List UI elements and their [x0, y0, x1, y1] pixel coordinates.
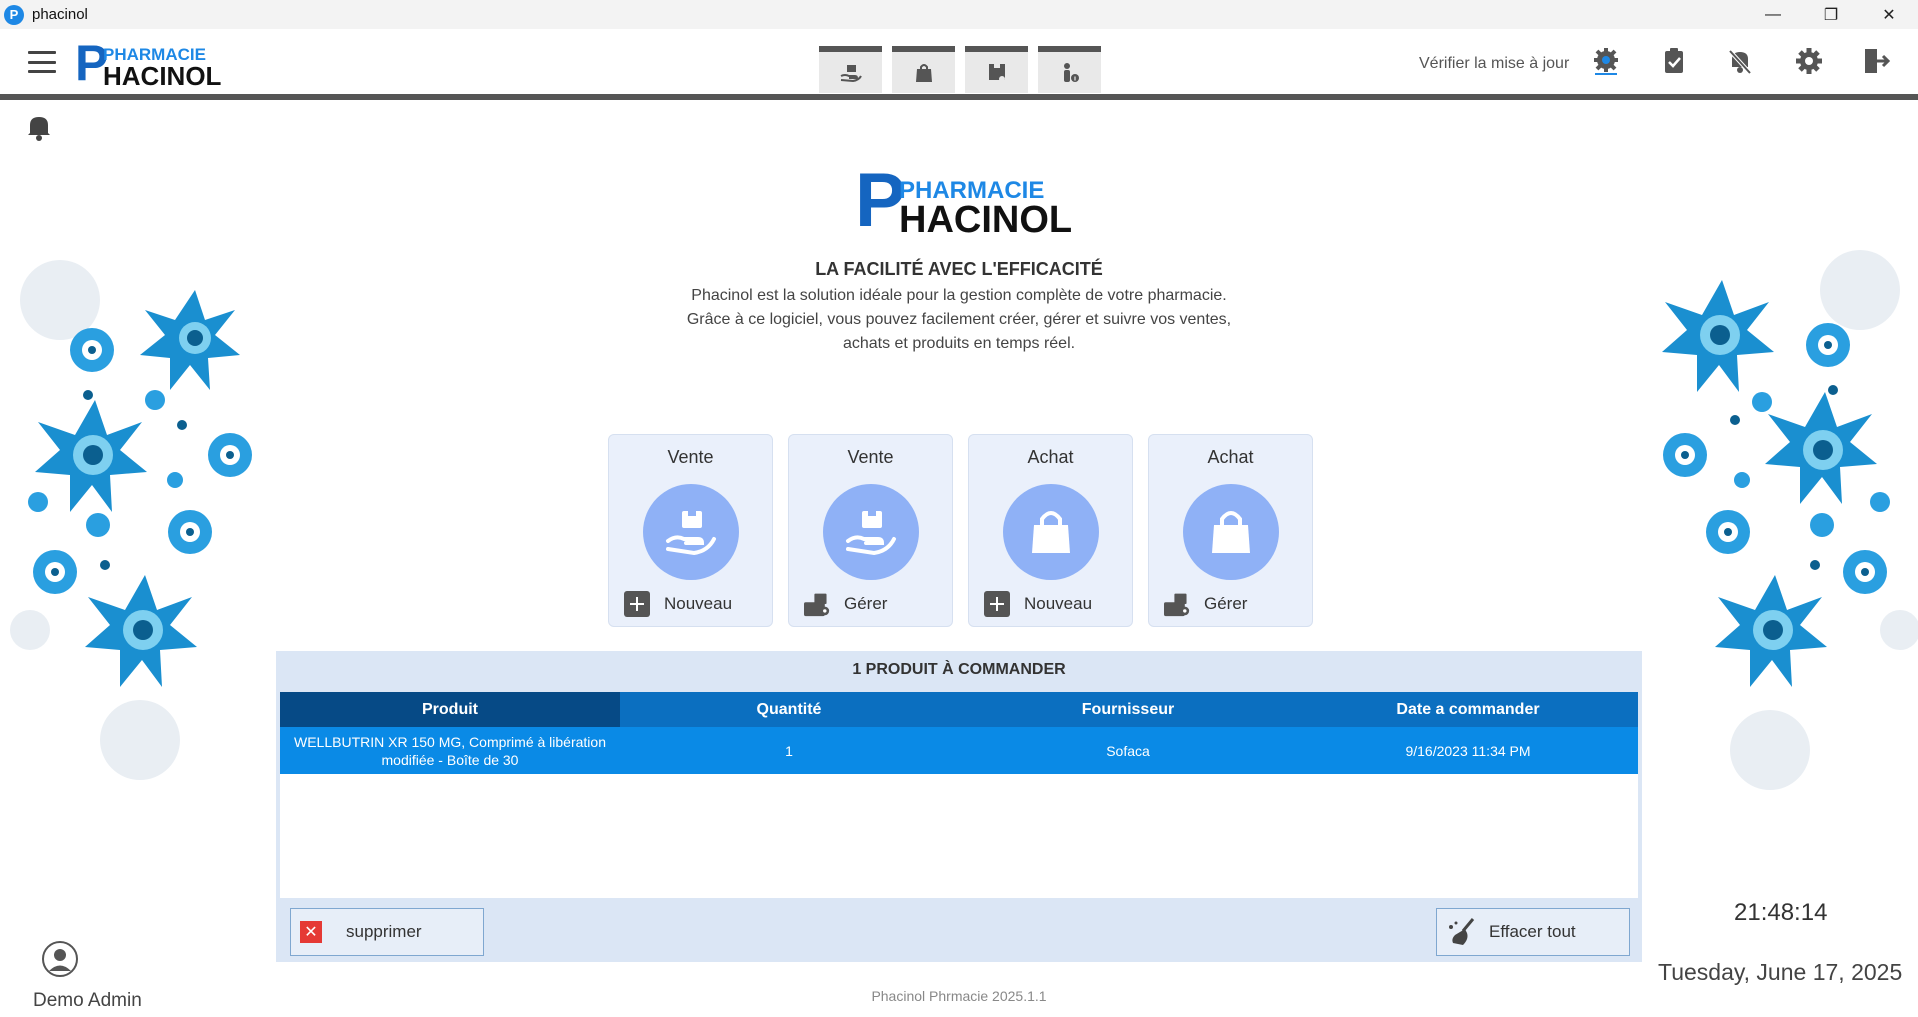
- description: Phacinol est la solution idéale pour la …: [686, 287, 1232, 352]
- card-title: Achat: [1027, 447, 1074, 467]
- logout-icon[interactable]: [1858, 43, 1894, 79]
- card-manage-purchases[interactable]: Achat Gérer: [1148, 434, 1313, 627]
- cell-quantity: 1: [785, 742, 793, 759]
- broom-icon: [1449, 918, 1475, 945]
- card-title: Vente: [847, 447, 894, 467]
- cell-supplier: Sofaca: [1106, 742, 1150, 759]
- shopping-bag-icon: [915, 63, 932, 82]
- action-cards: Vente Nouveau Vente Gérer Achat Nouveau …: [608, 434, 1313, 627]
- clear-all-button[interactable]: Effacer tout: [1436, 908, 1630, 956]
- shopping-bag-icon: [1003, 484, 1099, 580]
- column-header[interactable]: Quantité: [620, 692, 958, 727]
- minimize-button[interactable]: —: [1744, 0, 1802, 29]
- settings-gear-icon[interactable]: [1791, 43, 1827, 79]
- cell-product: WELLBUTRIN XR 150 MG, Comprimé à libérat…: [294, 733, 606, 768]
- column-header[interactable]: Produit: [280, 692, 620, 727]
- app-icon: P: [4, 4, 24, 25]
- date: Tuesday, June 17, 2025: [1658, 959, 1903, 985]
- tab-clients[interactable]: [1038, 46, 1101, 93]
- top-tabs: [819, 46, 1101, 93]
- card-action[interactable]: Gérer: [804, 591, 887, 617]
- orders-table: Produit Quantité Fournisseur Date a comm…: [280, 692, 1638, 898]
- table-header: Produit Quantité Fournisseur Date a comm…: [280, 692, 1638, 727]
- notification-bell-icon[interactable]: [26, 113, 52, 141]
- card-title: Vente: [667, 447, 714, 467]
- version-label: Phacinol Phrmacie 2025.1.1: [871, 988, 1047, 1004]
- plus-icon: [984, 591, 1010, 617]
- column-header[interactable]: Fournisseur: [958, 692, 1298, 727]
- card-title: Achat: [1207, 447, 1254, 467]
- clipboard-check-icon[interactable]: [1656, 43, 1692, 79]
- window-titlebar: P phacinol — ❐ ✕: [0, 0, 1918, 29]
- card-new-sale[interactable]: Vente Nouveau: [608, 434, 773, 627]
- avatar[interactable]: [41, 940, 79, 978]
- box-cart-icon: [988, 63, 1005, 82]
- decorative-ornament-left: [10, 250, 270, 790]
- clock: 21:48:14: [1734, 899, 1828, 926]
- shopping-bag-icon: [1183, 484, 1279, 580]
- card-new-purchase[interactable]: Achat Nouveau: [968, 434, 1133, 627]
- hand-box-icon: [643, 484, 739, 580]
- main-logo: P PHARMACIE HACINOL: [855, 158, 1073, 243]
- close-icon: ✕: [300, 921, 322, 943]
- card-action[interactable]: Nouveau: [624, 591, 732, 617]
- card-action[interactable]: Gérer: [1164, 591, 1247, 617]
- tab-sales[interactable]: [819, 46, 882, 93]
- hand-box-icon: [823, 484, 919, 580]
- cell-date: 9/16/2023 11:34 PM: [1405, 742, 1531, 759]
- orders-title: 1 PRODUIT À COMMANDER: [852, 661, 1066, 678]
- close-button[interactable]: ✕: [1860, 0, 1918, 29]
- restore-button[interactable]: ❐: [1802, 0, 1860, 29]
- plus-icon: [624, 591, 650, 617]
- bell-off-icon[interactable]: [1722, 43, 1758, 79]
- card-manage-sales[interactable]: Vente Gérer: [788, 434, 953, 627]
- menu-icon[interactable]: [28, 51, 56, 73]
- update-label[interactable]: Vérifier la mise à jour: [1419, 55, 1569, 73]
- table-row[interactable]: WELLBUTRIN XR 150 MG, Comprimé à libérat…: [280, 727, 1638, 774]
- manage-icon: [1164, 591, 1190, 617]
- window-controls: — ❐ ✕: [1744, 0, 1918, 29]
- orders-panel: 1 PRODUIT À COMMANDER Produit Quantité F…: [276, 651, 1642, 962]
- tab-products[interactable]: [965, 46, 1028, 93]
- card-action[interactable]: Nouveau: [984, 591, 1092, 617]
- tagline: LA FACILITÉ AVEC L'EFFICACITÉ: [815, 259, 1103, 279]
- header-divider: [0, 94, 1918, 100]
- header-logo: P PHARMACIE HACINOL: [75, 35, 222, 91]
- manage-icon: [804, 591, 830, 617]
- person-info-icon: [1063, 62, 1079, 82]
- hand-box-icon: [840, 64, 862, 82]
- tab-purchases[interactable]: [892, 46, 955, 93]
- app-header: P PHARMACIE HACINOL Vérifier la mise à j…: [0, 29, 1918, 94]
- column-header[interactable]: Date a commander: [1298, 692, 1638, 727]
- delete-button[interactable]: ✕ supprimer: [290, 908, 484, 956]
- update-gear-icon[interactable]: [1588, 43, 1624, 79]
- window-title: phacinol: [32, 6, 88, 23]
- decorative-ornament-right: [1650, 240, 1918, 800]
